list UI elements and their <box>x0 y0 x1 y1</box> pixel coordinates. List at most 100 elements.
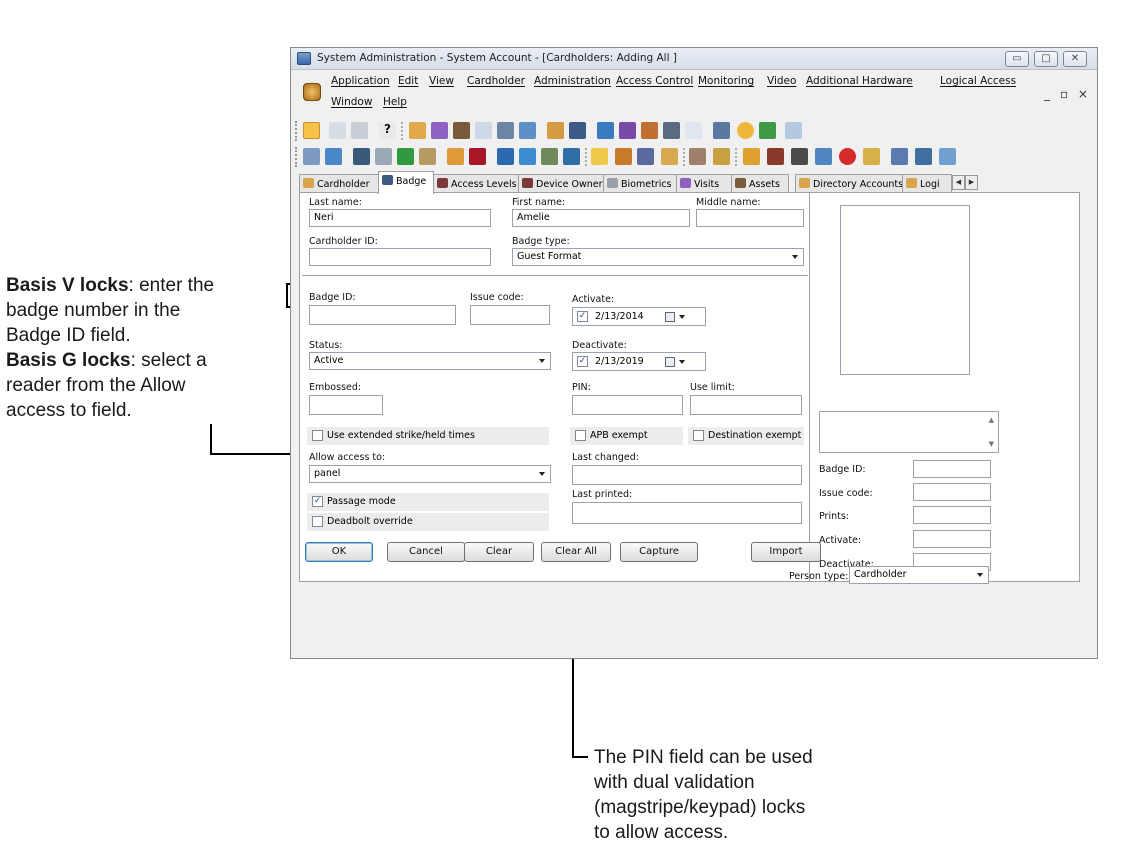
deactivate-date-picker[interactable]: ✓ 2/13/2019 <box>572 352 706 371</box>
tab-assets[interactable]: Assets <box>731 174 789 193</box>
transfer-icon[interactable] <box>915 148 932 165</box>
badge-id-field[interactable] <box>309 305 456 325</box>
import-button[interactable]: Import <box>751 542 821 562</box>
middle-name-field[interactable] <box>696 209 804 227</box>
checkbox-box[interactable]: ✓ <box>312 496 323 507</box>
add-user-icon[interactable] <box>791 148 808 165</box>
activate-date-picker[interactable]: ✓ 2/13/2014 <box>572 307 706 326</box>
alarm-monitor-icon[interactable] <box>743 148 760 165</box>
menu-help[interactable]: Help <box>383 96 407 108</box>
menu-view[interactable]: View <box>429 75 454 87</box>
clear-button[interactable]: Clear <box>464 542 534 562</box>
capture-button[interactable]: Capture <box>620 542 698 562</box>
menu-application[interactable]: Application <box>331 75 390 87</box>
routing-icon[interactable] <box>891 148 908 165</box>
status-select[interactable]: Active <box>309 352 551 370</box>
menu-access-control[interactable]: Access Control <box>616 75 693 87</box>
system-tree-icon[interactable] <box>303 148 320 165</box>
readers-icon[interactable] <box>375 148 392 165</box>
tab-device-owner[interactable]: Device Owner <box>518 174 604 193</box>
window-icon[interactable] <box>685 122 702 139</box>
time-icon[interactable] <box>737 122 754 139</box>
allow-access-select[interactable]: panel <box>309 465 551 483</box>
checkbox-box[interactable] <box>312 516 323 527</box>
print-icon[interactable] <box>351 122 368 139</box>
tab-visits[interactable]: Visits <box>676 174 732 193</box>
scroll-up-icon[interactable]: ▲ <box>989 416 994 424</box>
cardholders-icon[interactable] <box>409 122 426 139</box>
toolbar-grip[interactable] <box>295 121 298 141</box>
list-builder-icon[interactable] <box>641 122 658 139</box>
monitor-zones-icon[interactable] <box>767 148 784 165</box>
log-icon[interactable] <box>713 122 730 139</box>
menu-window[interactable]: Window <box>331 96 372 108</box>
calendar-icon[interactable] <box>665 312 675 322</box>
visits-icon[interactable] <box>431 122 448 139</box>
title-bar[interactable]: System Administration - System Account -… <box>291 48 1097 70</box>
dvr-icon[interactable] <box>563 148 580 165</box>
chevron-down-icon[interactable] <box>679 360 685 364</box>
devices-icon[interactable] <box>497 148 514 165</box>
destination-exempt-checkbox[interactable]: Destination exempt <box>688 427 804 445</box>
alarm-icon[interactable] <box>591 148 608 165</box>
segments-icon[interactable] <box>597 122 614 139</box>
cameras-icon[interactable] <box>519 148 536 165</box>
issue-code-field[interactable] <box>470 305 550 325</box>
fire-panels-icon[interactable] <box>419 148 436 165</box>
menu-monitoring[interactable]: Monitoring <box>698 75 754 87</box>
deactivate-checkbox[interactable]: ✓ <box>577 356 588 367</box>
calendar-icon[interactable] <box>665 357 675 367</box>
last-name-field[interactable]: Neri <box>309 209 491 227</box>
apb-exempt-checkbox[interactable]: APB exempt <box>570 427 683 445</box>
event-icon[interactable] <box>815 148 832 165</box>
menu-video[interactable]: Video <box>767 75 796 87</box>
ok-button[interactable]: OK <box>305 542 373 562</box>
pin-field[interactable] <box>572 395 683 415</box>
card-formats-icon[interactable] <box>663 122 680 139</box>
forms-icon[interactable] <box>863 148 880 165</box>
close-button[interactable]: ✕ <box>1063 51 1087 67</box>
intercom-icon[interactable] <box>447 148 464 165</box>
alarm-config-icon[interactable] <box>325 148 342 165</box>
procedures-icon[interactable] <box>689 148 706 165</box>
mdi-window-controls[interactable]: _ ▫ × <box>1044 87 1091 101</box>
help-icon[interactable]: ? <box>379 122 396 139</box>
person-type-select[interactable]: Cardholder <box>849 566 989 584</box>
cardholder-id-field[interactable] <box>309 248 491 266</box>
reports-icon[interactable] <box>475 122 492 139</box>
cardholder-tool-icon[interactable] <box>303 122 320 139</box>
menu-edit[interactable]: Edit <box>398 75 418 87</box>
holidays-icon[interactable] <box>759 122 776 139</box>
guard-tour-icon[interactable] <box>615 148 632 165</box>
tab-directory-accounts[interactable]: Directory Accounts <box>795 174 903 193</box>
tab-access-levels[interactable]: Access Levels <box>433 174 519 193</box>
dsn-icon[interactable] <box>619 122 636 139</box>
muster-icon[interactable] <box>637 148 654 165</box>
scroll-down-icon[interactable]: ▼ <box>989 440 994 448</box>
badge-designer-icon[interactable] <box>497 122 514 139</box>
stop-icon[interactable] <box>839 148 856 165</box>
areas-icon[interactable] <box>661 148 678 165</box>
triggers-icon[interactable] <box>713 148 730 165</box>
print-preview-icon[interactable] <box>329 122 346 139</box>
connect-icon[interactable] <box>939 148 956 165</box>
badge-type-select[interactable]: Guest Format <box>512 248 804 266</box>
checkbox-box[interactable] <box>575 430 586 441</box>
menu-cardholder[interactable]: Cardholder <box>467 75 525 87</box>
tab-cardholder[interactable]: Cardholder <box>299 174 379 193</box>
alarm-panels-icon[interactable] <box>397 148 414 165</box>
workstations-icon[interactable] <box>569 122 586 139</box>
io-icon[interactable] <box>469 148 486 165</box>
cancel-button[interactable]: Cancel <box>387 542 465 562</box>
use-extended-strike-checkbox[interactable]: Use extended strike/held times <box>307 427 549 445</box>
scroll-right-icon[interactable]: ▶ <box>965 175 978 190</box>
menu-additional-hardware[interactable]: Additional Hardware <box>806 75 913 87</box>
assets-icon[interactable] <box>453 122 470 139</box>
minimize-button[interactable]: ▭ <box>1005 51 1029 67</box>
tab-badge[interactable]: Badge <box>378 171 434 194</box>
deadbolt-override-checkbox[interactable]: Deadbolt override <box>307 513 549 531</box>
network-icon[interactable] <box>785 122 802 139</box>
menu-administration[interactable]: Administration <box>534 75 611 87</box>
use-limit-field[interactable] <box>690 395 802 415</box>
toolbar-grip[interactable] <box>295 147 298 167</box>
